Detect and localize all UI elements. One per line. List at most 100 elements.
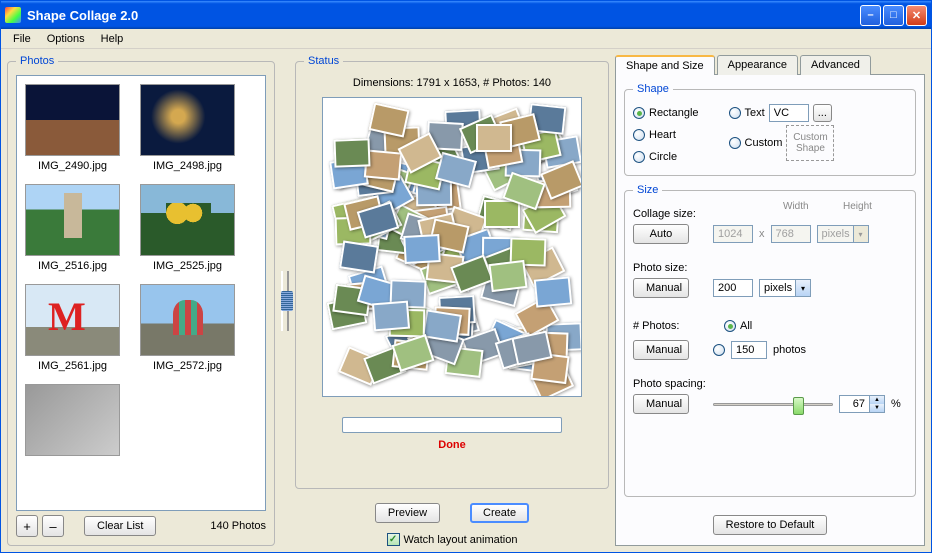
collage-tile (489, 260, 528, 292)
splitter-handle[interactable] (281, 271, 289, 331)
chevron-down-icon[interactable]: ▾ (795, 279, 811, 297)
radio-icon (633, 129, 645, 141)
thumbnail-label: IMG_2525.jpg (140, 260, 235, 272)
num-photos-all[interactable]: All (724, 320, 752, 332)
spacing-input[interactable] (839, 395, 869, 413)
app-icon (5, 7, 21, 23)
collage-units: pixels (817, 225, 853, 243)
settings-tabs: Shape and Size Appearance Advanced (615, 55, 925, 75)
photo-size-mode[interactable]: Manual (633, 278, 689, 298)
settings-panel: Shape and Size Appearance Advanced Shape… (615, 55, 925, 546)
tab-body: Shape Rectangle Heart Circle Text ... (615, 74, 925, 546)
custom-shape-button[interactable]: Custom Shape (786, 125, 834, 161)
watch-animation-checkbox[interactable]: ✓ (387, 533, 400, 546)
collage-preview (322, 97, 582, 397)
close-button[interactable]: ✕ (906, 5, 927, 26)
menubar: File Options Help (1, 29, 931, 49)
thumbnail-item[interactable]: IMG_2498.jpg (140, 84, 235, 172)
thumbnail-image (140, 184, 235, 256)
minimize-button[interactable]: – (860, 5, 881, 26)
menu-options[interactable]: Options (39, 31, 93, 47)
num-photos-input[interactable] (731, 341, 767, 359)
spacing-mode[interactable]: Manual (633, 394, 689, 414)
titlebar[interactable]: Shape Collage 2.0 – □ ✕ (1, 1, 931, 29)
thumbnail-item[interactable]: IMG_2572.jpg (140, 284, 235, 372)
size-legend: Size (633, 184, 662, 196)
thumbnail-item[interactable]: IMG_2490.jpg (25, 84, 120, 172)
spin-down-icon[interactable]: ▼ (870, 404, 884, 412)
shape-text-input[interactable] (769, 104, 809, 122)
thumbnail-label: IMG_2490.jpg (25, 160, 120, 172)
shape-circle[interactable]: Circle (633, 151, 699, 163)
collage-width-input (713, 225, 753, 243)
status-panel: Status Dimensions: 1791 x 1653, # Photos… (295, 55, 609, 546)
photos-toolbar: + – Clear List 140 Photos (16, 511, 266, 537)
size-fieldset: Size Collage size: Width Height Auto x p… (624, 184, 916, 497)
thumbnail-item[interactable]: IMG_2525.jpg (140, 184, 235, 272)
radio-icon (724, 320, 736, 332)
add-photo-button[interactable]: + (16, 515, 38, 537)
collage-tile (483, 200, 519, 228)
photo-units[interactable]: pixels (759, 279, 795, 297)
shape-custom[interactable]: Custom (729, 137, 783, 149)
radio-icon (713, 344, 725, 356)
shape-heart[interactable]: Heart (633, 129, 699, 141)
num-photos-mode[interactable]: Manual (633, 340, 689, 360)
spacing-slider[interactable] (713, 394, 833, 414)
thumbnail-label: IMG_2561.jpg (25, 360, 120, 372)
maximize-button[interactable]: □ (883, 5, 904, 26)
remove-photo-button[interactable]: – (42, 515, 64, 537)
window-title: Shape Collage 2.0 (27, 8, 860, 23)
collage-tile (533, 277, 571, 308)
thumbnail-item[interactable] (25, 384, 120, 460)
collage-height-input (771, 225, 811, 243)
tab-shape-size[interactable]: Shape and Size (615, 55, 715, 75)
preview-button[interactable]: Preview (375, 503, 440, 523)
tab-appearance[interactable]: Appearance (717, 55, 798, 75)
collage-size-mode[interactable]: Auto (633, 224, 689, 244)
menu-help[interactable]: Help (93, 31, 132, 47)
menu-file[interactable]: File (5, 31, 39, 47)
progress-bar (342, 417, 562, 433)
restore-default-button[interactable]: Restore to Default (713, 515, 828, 535)
thumbnails-scroll[interactable]: IMG_2490.jpg IMG_2498.jpg IMG_2516.jpg IMG_… (16, 75, 266, 511)
thumbnail-image (25, 84, 120, 156)
photo-size-input[interactable] (713, 279, 753, 297)
collage-tile (372, 300, 410, 331)
thumbnail-item[interactable]: IMG_2516.jpg (25, 184, 120, 272)
app-window: Shape Collage 2.0 – □ ✕ File Options Hel… (0, 0, 932, 553)
shape-text[interactable]: Text (729, 107, 765, 119)
collage-tile (404, 234, 442, 264)
collage-tile (334, 139, 371, 168)
dimensions-text: Dimensions: 1791 x 1653, # Photos: 140 (353, 77, 551, 89)
status-text: Done (438, 439, 466, 451)
thumbnail-image (25, 384, 120, 456)
collage-tile (339, 240, 379, 273)
radio-icon (729, 107, 741, 119)
thumbnail-label: IMG_2572.jpg (140, 360, 235, 372)
spacing-label: Photo spacing: (633, 378, 708, 390)
height-header: Height (843, 201, 872, 212)
collage-tile (476, 123, 512, 151)
shape-legend: Shape (633, 83, 673, 95)
tab-advanced[interactable]: Advanced (800, 55, 871, 75)
multiply-sign: x (759, 228, 765, 240)
shape-rectangle[interactable]: Rectangle (633, 107, 699, 119)
photos-panel: Photos IMG_2490.jpgIMG_2498.jpgIMG_2516.… (7, 55, 275, 546)
radio-icon (633, 107, 645, 119)
status-actions: Preview Create (295, 503, 609, 523)
status-fieldset: Status Dimensions: 1791 x 1653, # Photos… (295, 55, 609, 489)
watch-animation-label: Watch layout animation (404, 534, 518, 546)
thumbnail-item[interactable]: IMG_2561.jpg (25, 284, 120, 372)
thumbnail-label: IMG_2498.jpg (140, 160, 235, 172)
create-button[interactable]: Create (470, 503, 529, 523)
clear-list-button[interactable]: Clear List (84, 516, 156, 536)
shape-text-browse[interactable]: ... (813, 104, 832, 122)
spin-up-icon[interactable]: ▲ (870, 396, 884, 404)
num-photos-manual-radio[interactable] (713, 344, 725, 356)
shape-fieldset: Shape Rectangle Heart Circle Text ... (624, 83, 916, 176)
photo-size-label: Photo size: (633, 262, 708, 274)
spacing-spinner[interactable]: ▲▼ (839, 395, 885, 413)
watch-animation-row: ✓ Watch layout animation (295, 533, 609, 546)
thumbnail-image (140, 84, 235, 156)
